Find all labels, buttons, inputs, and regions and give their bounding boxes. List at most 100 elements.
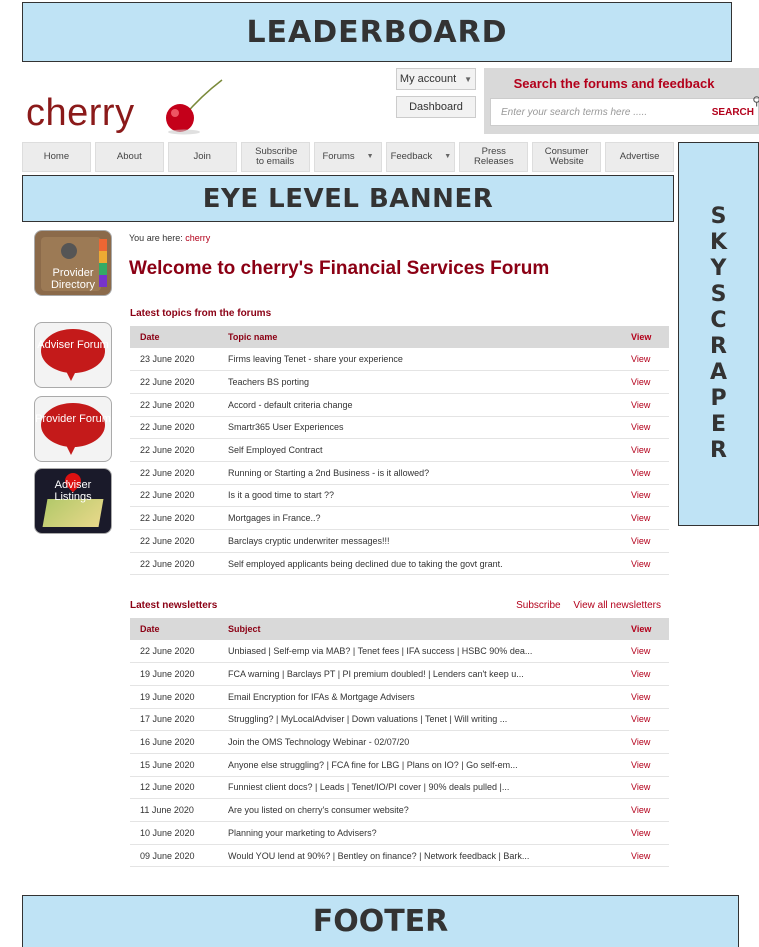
nav-press-releases[interactable]: Press Releases <box>459 142 529 172</box>
row-view-link[interactable]: View <box>621 844 669 868</box>
row-title[interactable]: Planning your marketing to Advisers? <box>218 821 621 845</box>
row-title[interactable]: Accord - default criteria change <box>218 393 621 417</box>
row-title[interactable]: Smartr365 User Experiences <box>218 416 621 440</box>
speech-bubble-icon <box>41 403 105 447</box>
row-title[interactable]: Self employed applicants being declined … <box>218 552 621 576</box>
row-view-link[interactable]: View <box>621 438 669 462</box>
table-header-row: Date Subject View <box>130 618 669 640</box>
row-view-link[interactable]: View <box>621 348 669 372</box>
row-view-link[interactable]: View <box>621 506 669 530</box>
my-account-dropdown[interactable]: My account ▼ <box>396 68 476 90</box>
row-title[interactable]: Self Employed Contract <box>218 438 621 462</box>
table-row: 22 June 2020 Accord - default criteria ch… <box>130 393 669 417</box>
view-all-newsletters-link[interactable]: View all newsletters <box>573 600 661 611</box>
footer-ad[interactable]: FOOTER <box>22 895 739 947</box>
column-header-topic: Topic name <box>218 326 621 348</box>
topics-table: Date Topic name View 23 June 2020 Firms l… <box>130 326 669 576</box>
column-header-date: Date <box>130 326 218 348</box>
row-view-link[interactable]: View <box>621 552 669 576</box>
row-date: 17 June 2020 <box>130 708 218 732</box>
adviser-forum-icon[interactable]: Adviser Forum <box>34 322 112 388</box>
row-title[interactable]: Email Encryption for IFAs & Mortgage Adv… <box>218 685 621 709</box>
breadcrumb-link-cherry[interactable]: cherry <box>185 233 210 243</box>
row-title[interactable]: Would YOU lend at 90%? | Bentley on fina… <box>218 844 621 868</box>
row-title[interactable]: Is it a good time to start ?? <box>218 484 621 508</box>
search-input[interactable]: Enter your search terms here ..... SEARC… <box>490 98 759 126</box>
chevron-down-icon: ▼ <box>366 153 374 160</box>
row-date: 22 June 2020 <box>130 529 218 553</box>
row-title[interactable]: Join the OMS Technology Webinar - 02/07/… <box>218 730 621 754</box>
table-row: 22 June 2020 Is it a good time to start ?… <box>130 484 669 508</box>
nav-advertise[interactable]: Advertise <box>605 142 675 172</box>
leaderboard-ad[interactable]: LEADERBOARD <box>22 2 732 62</box>
main-nav: Home About Join Subscribe to emails Foru… <box>22 142 675 172</box>
column-header-date: Date <box>130 618 218 640</box>
row-date: 22 June 2020 <box>130 461 218 485</box>
newsletters-section-title: Latest newsletters <box>130 600 218 611</box>
row-title[interactable]: Anyone else struggling? | FCA fine for L… <box>218 753 621 777</box>
row-view-link[interactable]: View <box>621 461 669 485</box>
nav-join[interactable]: Join <box>167 142 237 172</box>
row-title[interactable]: Struggling? | MyLocalAdviser | Down valu… <box>218 708 621 732</box>
table-row: 22 June 2020 Running or Starting a 2nd Bu… <box>130 461 669 485</box>
row-view-link[interactable]: View <box>621 753 669 777</box>
row-view-link[interactable]: View <box>621 685 669 709</box>
nav-subscribe[interactable]: Subscribe to emails <box>240 142 310 172</box>
subscribe-link[interactable]: Subscribe <box>516 600 560 611</box>
row-title[interactable]: Running or Starting a 2nd Business - is … <box>218 461 621 485</box>
row-title[interactable]: Are you listed on cherry's consumer webs… <box>218 798 621 822</box>
table-row: 09 June 2020 Would YOU lend at 90%? | Ben… <box>130 844 669 868</box>
dashboard-button[interactable]: Dashboard <box>396 96 476 118</box>
row-view-link[interactable]: View <box>621 640 669 664</box>
cherry-icon <box>166 79 223 135</box>
eye-level-banner-ad[interactable]: EYE LEVEL BANNER <box>22 175 674 222</box>
row-view-link[interactable]: View <box>621 708 669 732</box>
table-row: 22 June 2020 Self employed applicants bei… <box>130 552 669 576</box>
table-row: 22 June 2020 Teachers BS porting View <box>130 370 669 394</box>
column-header-subject: Subject <box>218 618 621 640</box>
skyscraper-ad[interactable]: S K Y S C R A P E R <box>678 142 759 526</box>
provider-directory-icon[interactable]: Provider Directory <box>34 230 112 296</box>
row-title[interactable]: Funniest client docs? | Leads | Tenet/IO… <box>218 776 621 800</box>
search-button[interactable]: SEARCH <box>712 107 754 118</box>
row-title[interactable]: Teachers BS porting <box>218 370 621 394</box>
table-row: 22 June 2020 Mortgages in France..? View <box>130 506 669 530</box>
table-row: 22 June 2020 Unbiased | Self-emp via MAB?… <box>130 640 669 664</box>
magnifier-icon: ⚲ <box>752 94 759 108</box>
table-row: 19 June 2020 FCA warning | Barclays PT | … <box>130 662 669 686</box>
row-date: 22 June 2020 <box>130 393 218 417</box>
site-logo[interactable]: cherry <box>26 92 135 135</box>
row-title[interactable]: Barclays cryptic underwriter messages!!! <box>218 529 621 553</box>
table-row: 19 June 2020 Email Encryption for IFAs & … <box>130 685 669 709</box>
row-view-link[interactable]: View <box>621 662 669 686</box>
nav-forums[interactable]: Forums ▼ <box>313 142 383 172</box>
table-row: 12 June 2020 Funniest client docs? | Lead… <box>130 776 669 800</box>
row-view-link[interactable]: View <box>621 393 669 417</box>
row-title[interactable]: Mortgages in France..? <box>218 506 621 530</box>
nav-home[interactable]: Home <box>22 142 91 172</box>
row-date: 19 June 2020 <box>130 685 218 709</box>
row-view-link[interactable]: View <box>621 416 669 440</box>
row-title[interactable]: Unbiased | Self-emp via MAB? | Tenet fee… <box>218 640 621 664</box>
breadcrumb: You are here: cherry <box>129 233 211 243</box>
row-view-link[interactable]: View <box>621 730 669 754</box>
adviser-listings-icon[interactable]: Adviser Listings <box>34 468 112 534</box>
table-row: 22 June 2020 Smartr365 User Experiences Vi… <box>130 416 669 440</box>
row-view-link[interactable]: View <box>621 776 669 800</box>
speech-bubble-icon <box>41 329 105 373</box>
row-view-link[interactable]: View <box>621 798 669 822</box>
my-account-label: My account <box>399 73 457 85</box>
nav-consumer-website[interactable]: Consumer Website <box>532 142 602 172</box>
nav-about[interactable]: About <box>94 142 164 172</box>
topics-section-title: Latest topics from the forums <box>130 308 272 319</box>
row-date: 22 June 2020 <box>130 416 218 440</box>
row-title[interactable]: FCA warning | Barclays PT | PI premium d… <box>218 662 621 686</box>
provider-forum-icon[interactable]: Provider Forum <box>34 396 112 462</box>
row-date: 22 June 2020 <box>130 506 218 530</box>
row-title[interactable]: Firms leaving Tenet - share your experie… <box>218 348 621 372</box>
nav-feedback[interactable]: Feedback ▼ <box>386 142 456 172</box>
row-view-link[interactable]: View <box>621 529 669 553</box>
row-view-link[interactable]: View <box>621 370 669 394</box>
row-view-link[interactable]: View <box>621 484 669 508</box>
row-view-link[interactable]: View <box>621 821 669 845</box>
